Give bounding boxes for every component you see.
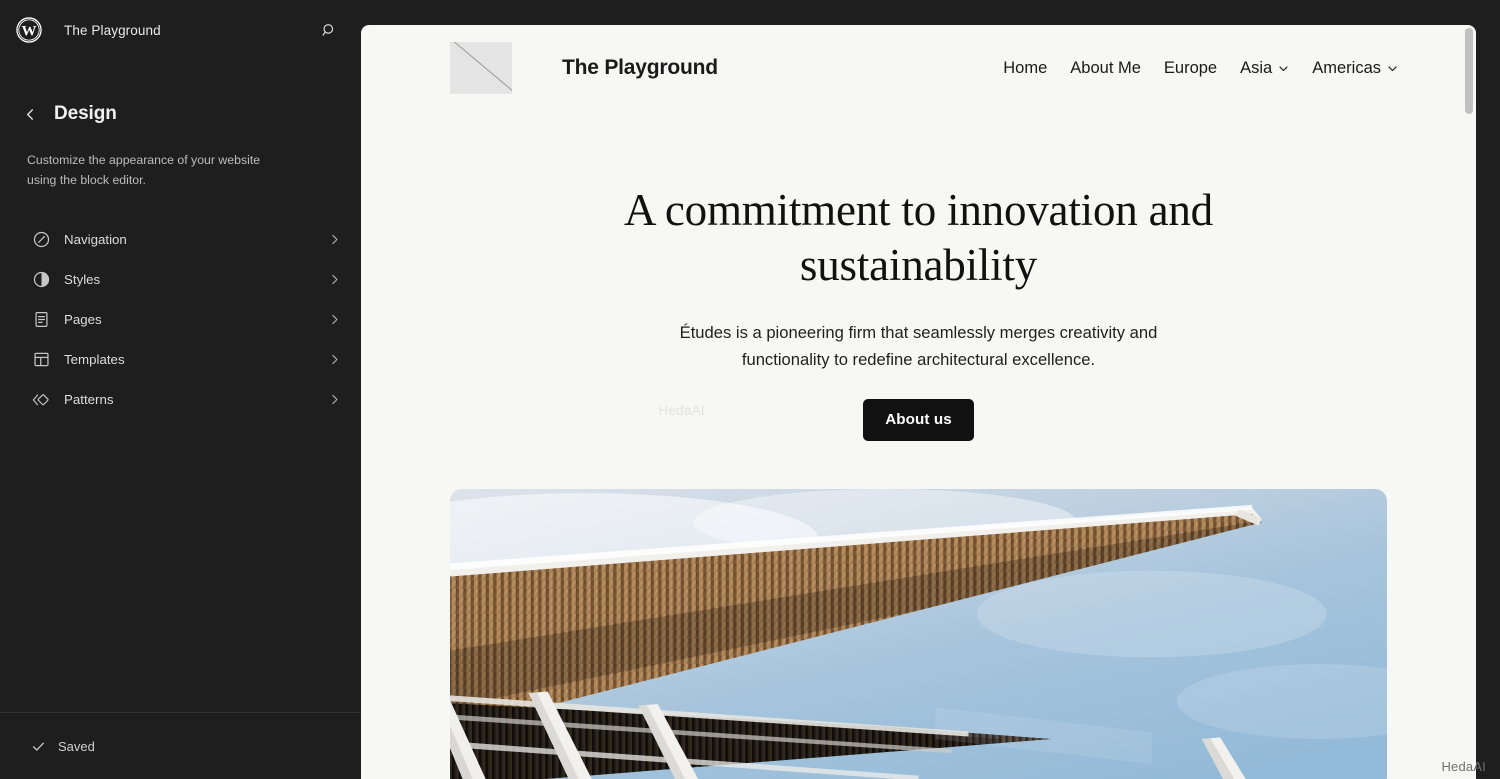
sidebar-item-label: Patterns: [64, 392, 114, 408]
chevron-right-icon: [327, 353, 341, 367]
status-badge: Saved: [30, 738, 95, 754]
svg-text:W: W: [22, 23, 37, 39]
about-us-button[interactable]: About us: [863, 398, 974, 441]
page-document-icon: [30, 309, 52, 331]
hero-image-graphic: [450, 488, 1387, 779]
sidebar-item-label: Templates: [64, 352, 125, 368]
nav-link-label: Europe: [1163, 58, 1218, 77]
chevron-right-icon: [327, 273, 341, 287]
chevron-right-icon: [327, 393, 341, 407]
sidebar-item-label: Pages: [64, 312, 102, 328]
nav-link-americas[interactable]: Americas: [1312, 59, 1398, 78]
nav-link-europe[interactable]: Europe: [1164, 59, 1217, 78]
sidebar-item-label: Navigation: [64, 232, 127, 248]
hero-paragraph: Études is a pioneering firm that seamles…: [679, 322, 1158, 369]
chevron-right-icon: [327, 313, 341, 327]
site-logo-placeholder-icon[interactable]: [450, 42, 512, 94]
chevron-left-icon[interactable]: [16, 100, 44, 128]
check-icon: [30, 738, 46, 754]
hero-heading: A commitment to innovation and sustainab…: [624, 185, 1213, 290]
site-brand-title[interactable]: The Playground: [562, 56, 718, 80]
sidebar-item-templates[interactable]: Templates: [8, 340, 353, 380]
nav-link-label: Asia: [1240, 58, 1273, 77]
site-header: The Playground Home About Me Europe Asia…: [361, 25, 1476, 111]
nav-link-label: Home: [1003, 58, 1048, 77]
page-title: Design: [54, 103, 117, 124]
wordpress-logo-icon[interactable]: W: [14, 15, 44, 45]
sidebar-item-label: Styles: [64, 272, 101, 288]
site-navigation: Home About Me Europe Asia Americas: [1003, 59, 1398, 78]
nav-link-asia[interactable]: Asia: [1240, 59, 1289, 78]
sidebar-item-styles[interactable]: Styles: [8, 260, 353, 300]
sidebar-footer: Saved: [0, 712, 361, 779]
site-preview-frame[interactable]: The Playground Home About Me Europe Asia…: [361, 25, 1476, 779]
editor-sidebar: W The Playground Design Customize the ap…: [0, 0, 361, 779]
hero-section: A commitment to innovation and sustainab…: [361, 111, 1476, 444]
site-editor-app: W The Playground Design Customize the ap…: [0, 0, 1500, 779]
patterns-diamond-icon: [30, 389, 52, 411]
sidebar-item-pages[interactable]: Pages: [8, 300, 353, 340]
design-nav-list: Navigation Styles Pages Templates Patter…: [0, 220, 361, 420]
watermark-inline: HedaAI: [658, 402, 705, 418]
nav-link-label: About Me: [1070, 58, 1141, 77]
nav-link-home[interactable]: Home: [1003, 59, 1047, 78]
preview-scrollbar[interactable]: [1462, 25, 1476, 779]
hero-image[interactable]: [450, 488, 1387, 779]
nav-link-label: Americas: [1312, 58, 1381, 77]
design-panel-header: Design Customize the appearance of your …: [0, 60, 361, 191]
nav-link-about-me[interactable]: About Me: [1070, 59, 1141, 78]
chevron-down-icon: [1387, 63, 1398, 74]
panel-title-row: Design: [16, 100, 337, 128]
chevron-down-icon: [1278, 63, 1289, 74]
layout-template-icon: [30, 349, 52, 371]
preview-scroll-region: The Playground Home About Me Europe Asia…: [361, 25, 1476, 779]
watermark-corner: HedaAI: [1441, 759, 1486, 774]
editor-canvas: The Playground Home About Me Europe Asia…: [361, 0, 1500, 779]
hero-actions: HedaAI About us: [481, 396, 1356, 444]
sidebar-topbar: W The Playground: [0, 0, 361, 60]
chevron-right-icon: [327, 233, 341, 247]
search-icon[interactable]: [313, 14, 345, 46]
sidebar-site-title[interactable]: The Playground: [64, 23, 161, 38]
contrast-half-circle-icon: [30, 269, 52, 291]
preview-scrollbar-thumb[interactable]: [1465, 28, 1473, 114]
compass-icon: [30, 229, 52, 251]
save-status-label: Saved: [58, 738, 95, 754]
sidebar-item-navigation[interactable]: Navigation: [8, 220, 353, 260]
panel-description: Customize the appearance of your website…: [27, 153, 261, 187]
sidebar-item-patterns[interactable]: Patterns: [8, 380, 353, 420]
